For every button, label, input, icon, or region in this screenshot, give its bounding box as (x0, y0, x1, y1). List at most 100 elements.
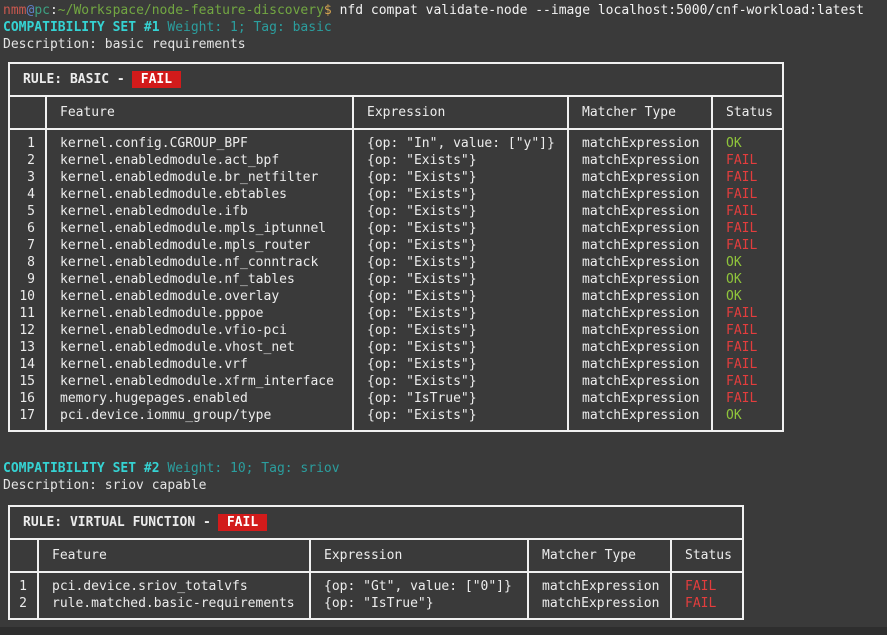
set-1-title: COMPATIBILITY SET #1 (3, 20, 160, 35)
row-index: 2 (9, 595, 38, 619)
row-expression: {op: "Exists"} (353, 288, 568, 305)
row-expression: {op: "Exists"} (353, 356, 568, 373)
set-1-description: Description: basic requirements (3, 36, 887, 53)
col-header-expression: Expression (310, 539, 528, 572)
row-matcher-type: matchExpression (568, 152, 712, 169)
rule-table-basic: RULE: BASIC - FAIL Feature Expression Mat… (8, 62, 784, 432)
prompt-user: nmm (3, 3, 26, 18)
row-status: FAIL (712, 237, 783, 254)
compat-set-2-header: COMPATIBILITY SET #2 Weight: 10; Tag: sr… (3, 460, 887, 477)
row-index: 1 (9, 129, 46, 152)
row-index: 13 (9, 339, 46, 356)
col-header-feature: Feature (38, 539, 310, 572)
set-2-title: COMPATIBILITY SET #2 (3, 461, 160, 476)
row-status: FAIL (712, 220, 783, 237)
row-status: FAIL (671, 572, 743, 595)
terminal-bottom-edge (0, 627, 887, 635)
row-index: 2 (9, 152, 46, 169)
row-expression: {op: "Exists"} (353, 203, 568, 220)
row-status: FAIL (712, 339, 783, 356)
table-row: 17 pci.device.iommu_group/type {op: "Exi… (9, 407, 783, 431)
row-index: 17 (9, 407, 46, 431)
command-text: nfd compat validate-node --image localho… (340, 3, 864, 18)
table-row: 11 kernel.enabledmodule.pppoe {op: "Exis… (9, 305, 783, 322)
row-index: 9 (9, 271, 46, 288)
row-index: 16 (9, 390, 46, 407)
table-row: 7 kernel.enabledmodule.mpls_router {op: … (9, 237, 783, 254)
row-matcher-type: matchExpression (568, 254, 712, 271)
row-matcher-type: matchExpression (528, 595, 671, 619)
row-expression: {op: "Exists"} (353, 322, 568, 339)
command-line: nmm@pc:~/Workspace/node-feature-discover… (3, 2, 887, 19)
row-expression: {op: "In", value: ["y"]} (353, 129, 568, 152)
row-expression: {op: "IsTrue"} (353, 390, 568, 407)
col-header-status: Status (671, 539, 743, 572)
row-feature: kernel.enabledmodule.act_bpf (46, 152, 353, 169)
row-index: 10 (9, 288, 46, 305)
row-feature: kernel.enabledmodule.ebtables (46, 186, 353, 203)
row-matcher-type: matchExpression (568, 220, 712, 237)
table-row: 8 kernel.enabledmodule.nf_conntrack {op:… (9, 254, 783, 271)
set-2-description: Description: sriov capable (3, 477, 887, 494)
row-status: FAIL (712, 203, 783, 220)
rule-table-virtual-function: RULE: VIRTUAL FUNCTION - FAIL Feature Exp… (8, 505, 744, 620)
row-index: 12 (9, 322, 46, 339)
row-feature: kernel.enabledmodule.vrf (46, 356, 353, 373)
row-status: FAIL (712, 356, 783, 373)
row-index: 1 (9, 572, 38, 595)
col-header-index (9, 539, 38, 572)
row-index: 15 (9, 373, 46, 390)
rule-2-status-badge: FAIL (218, 514, 267, 531)
prompt-colon: : (50, 3, 58, 18)
table-row: 3 kernel.enabledmodule.br_netfilter {op:… (9, 169, 783, 186)
row-feature: kernel.enabledmodule.nf_conntrack (46, 254, 353, 271)
rule-2-title: RULE: VIRTUAL FUNCTION - (23, 515, 211, 530)
row-expression: {op: "Exists"} (353, 407, 568, 431)
set-1-meta: Weight: 1; Tag: basic (160, 20, 332, 35)
set-2-meta: Weight: 10; Tag: sriov (160, 461, 340, 476)
row-matcher-type: matchExpression (568, 390, 712, 407)
row-expression: {op: "Exists"} (353, 271, 568, 288)
row-status: FAIL (712, 373, 783, 390)
row-status: FAIL (712, 305, 783, 322)
row-feature: kernel.enabledmodule.overlay (46, 288, 353, 305)
row-status: OK (712, 288, 783, 305)
row-feature: kernel.enabledmodule.nf_tables (46, 271, 353, 288)
row-status: OK (712, 254, 783, 271)
row-matcher-type: matchExpression (568, 129, 712, 152)
rule-1-title: RULE: BASIC - (23, 72, 125, 87)
row-feature: kernel.enabledmodule.mpls_iptunnel (46, 220, 353, 237)
table-row: 1 pci.device.sriov_totalvfs {op: "Gt", v… (9, 572, 743, 595)
column-header-row: Feature Expression Matcher Type Status (9, 539, 743, 572)
terminal-window[interactable]: { "colors": { "background": "#3a3a3a", "… (0, 0, 887, 635)
row-feature: kernel.enabledmodule.ifb (46, 203, 353, 220)
table-row: 12 kernel.enabledmodule.vfio-pci {op: "E… (9, 322, 783, 339)
row-feature: memory.hugepages.enabled (46, 390, 353, 407)
row-matcher-type: matchExpression (568, 322, 712, 339)
row-expression: {op: "Exists"} (353, 186, 568, 203)
table-row: 2 kernel.enabledmodule.act_bpf {op: "Exi… (9, 152, 783, 169)
table-row: 1 kernel.config.CGROUP_BPF {op: "In", va… (9, 129, 783, 152)
row-status: FAIL (712, 322, 783, 339)
column-header-row: Feature Expression Matcher Type Status (9, 96, 783, 129)
table-row: 16 memory.hugepages.enabled {op: "IsTrue… (9, 390, 783, 407)
row-index: 11 (9, 305, 46, 322)
row-feature: kernel.enabledmodule.br_netfilter (46, 169, 353, 186)
table-row: 9 kernel.enabledmodule.nf_tables {op: "E… (9, 271, 783, 288)
row-matcher-type: matchExpression (568, 305, 712, 322)
table-row: 6 kernel.enabledmodule.mpls_iptunnel {op… (9, 220, 783, 237)
row-expression: {op: "IsTrue"} (310, 595, 528, 619)
row-matcher-type: matchExpression (568, 186, 712, 203)
row-matcher-type: matchExpression (568, 203, 712, 220)
prompt-dollar: $ (324, 3, 340, 18)
row-feature: kernel.config.CGROUP_BPF (46, 129, 353, 152)
row-feature: kernel.enabledmodule.xfrm_interface (46, 373, 353, 390)
row-expression: {op: "Gt", value: ["0"]} (310, 572, 528, 595)
row-matcher-type: matchExpression (568, 407, 712, 431)
row-expression: {op: "Exists"} (353, 254, 568, 271)
rule-1-status-badge: FAIL (132, 71, 181, 88)
table-row: 10 kernel.enabledmodule.overlay {op: "Ex… (9, 288, 783, 305)
row-index: 14 (9, 356, 46, 373)
row-feature: rule.matched.basic-requirements (38, 595, 310, 619)
row-matcher-type: matchExpression (568, 271, 712, 288)
